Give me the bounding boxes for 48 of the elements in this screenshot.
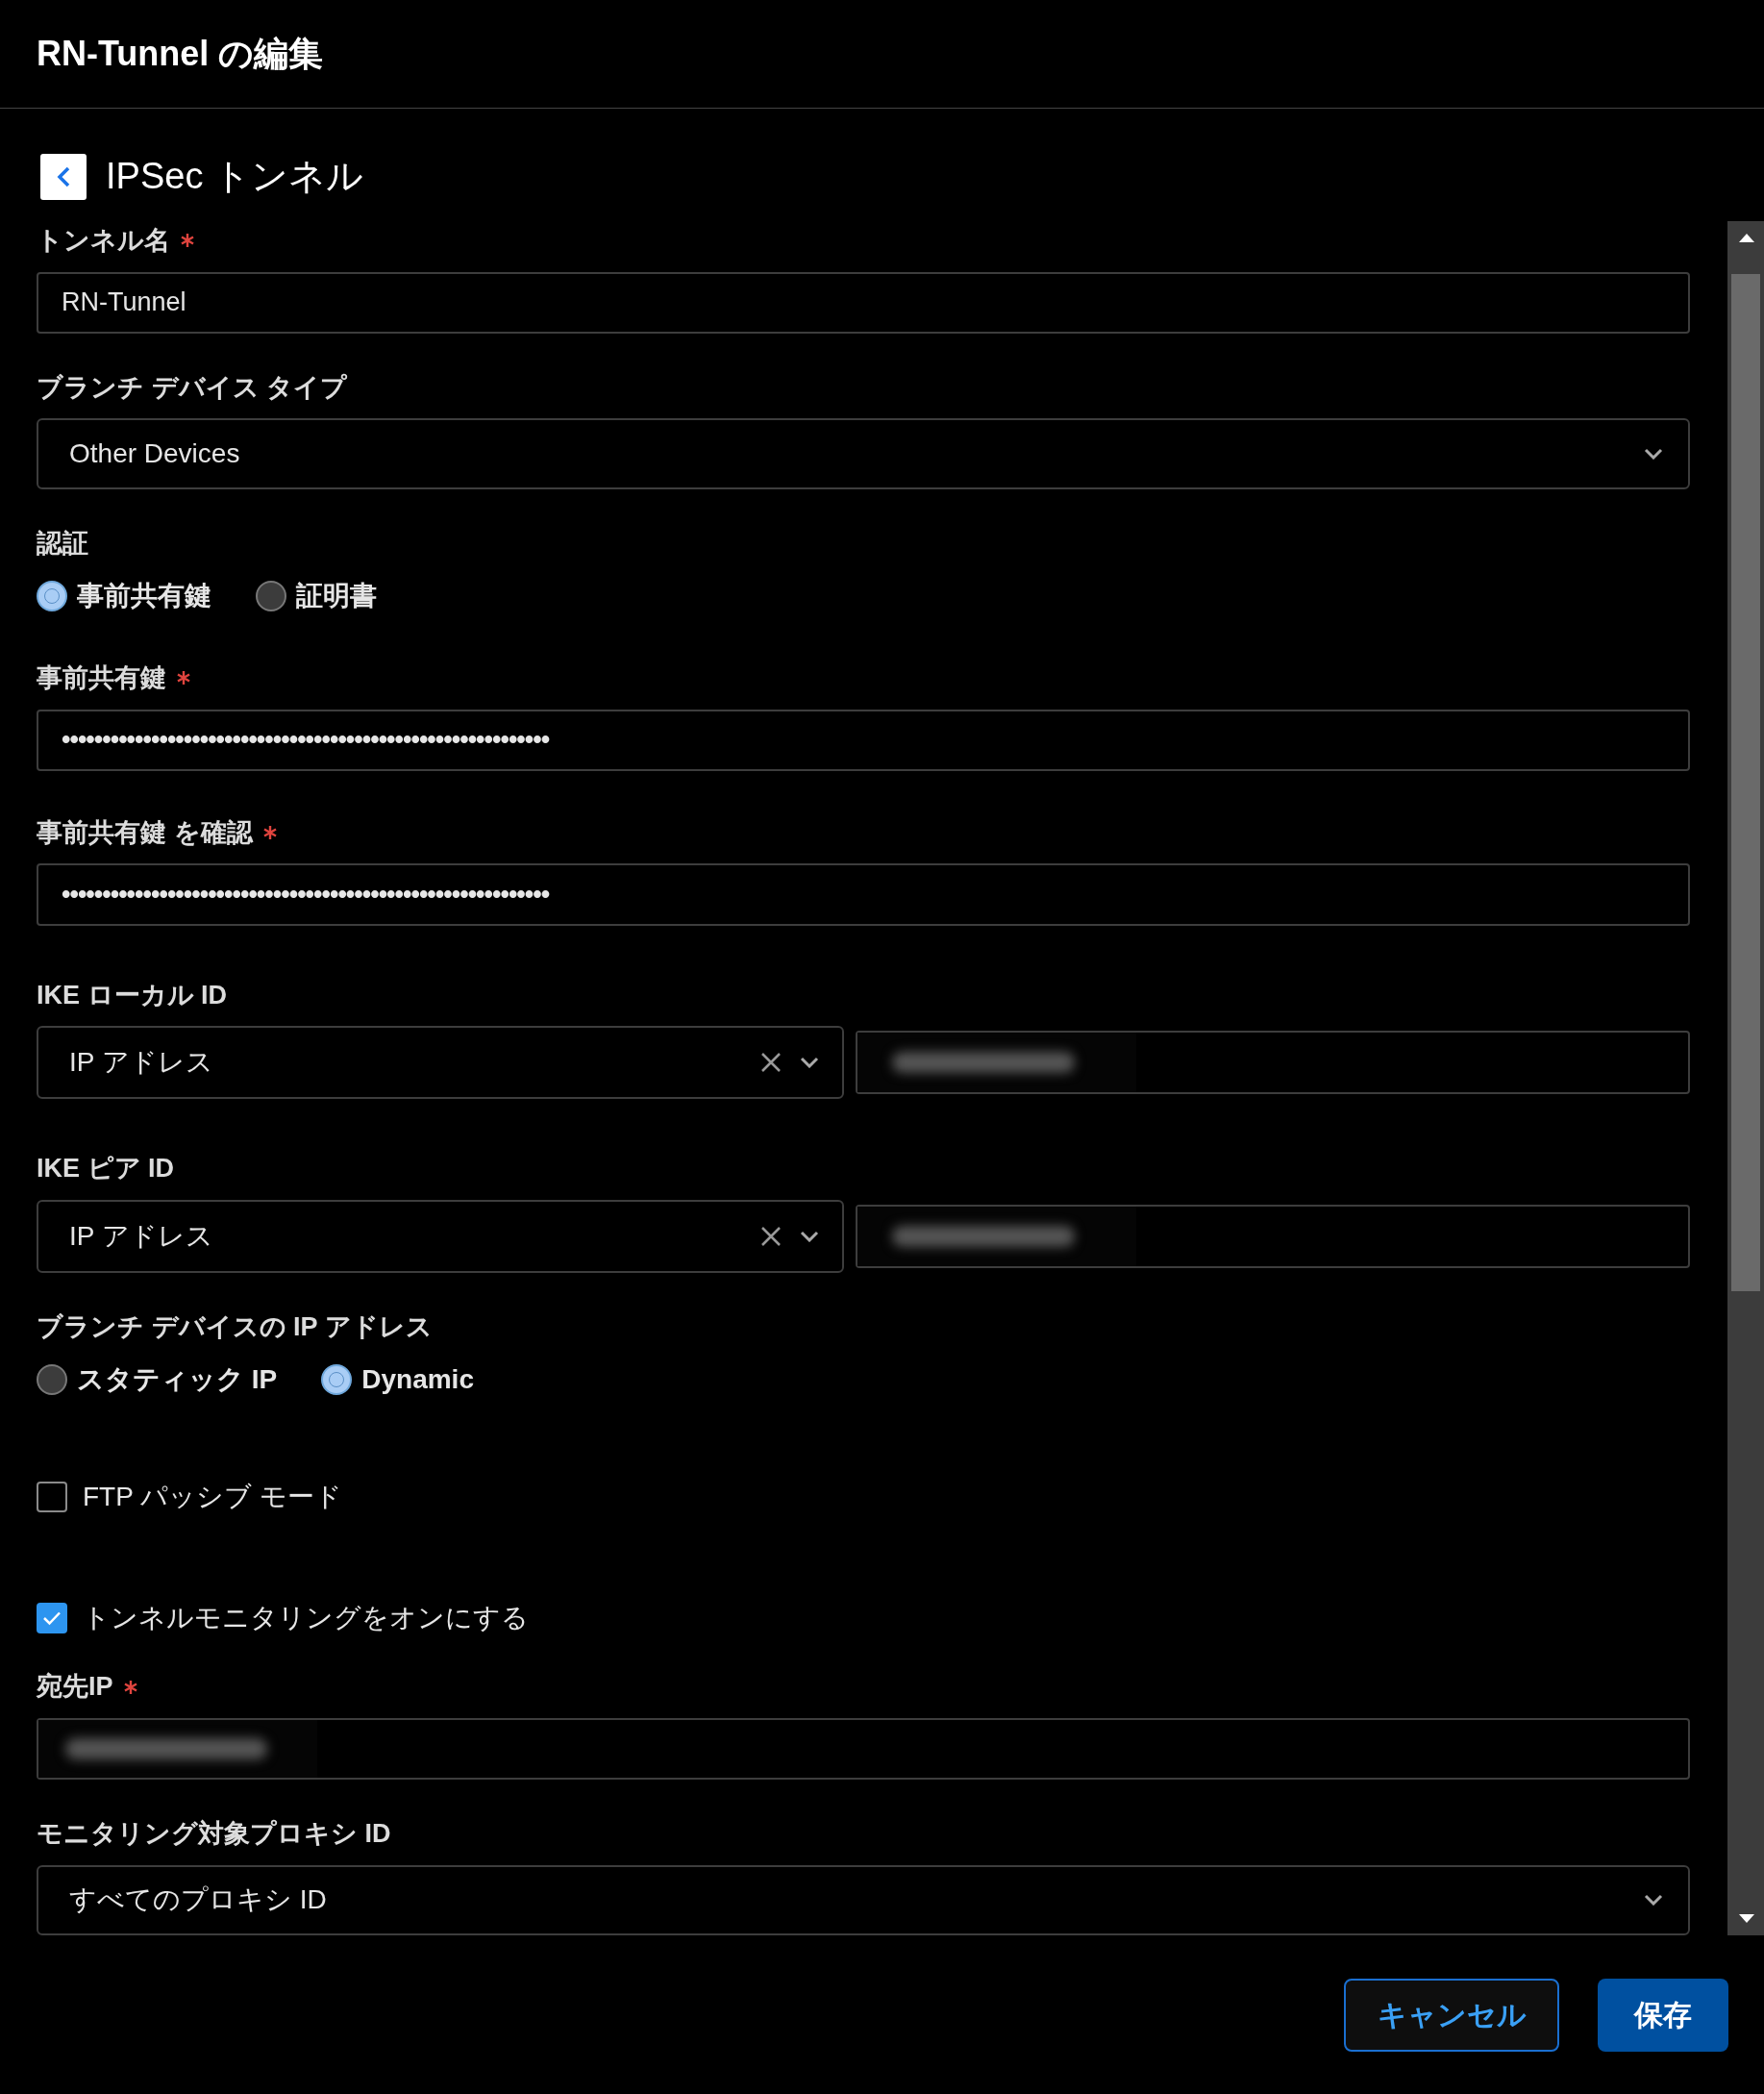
checkbox[interactable] [37, 1482, 67, 1513]
field-label: ブランチ デバイス タイプ [37, 371, 347, 404]
dropdown[interactable]: IP アドレス [37, 1199, 844, 1273]
chevron-down-icon [800, 1230, 819, 1242]
checkbox-label: FTP パッシブ モード [83, 1481, 342, 1514]
radio-button[interactable] [37, 581, 67, 612]
back-button[interactable] [40, 153, 87, 200]
input-field[interactable] [856, 1031, 1690, 1095]
checkbox[interactable] [37, 1603, 67, 1634]
field-label: トンネル名 [37, 225, 170, 257]
scroll-down-icon[interactable] [1739, 1914, 1754, 1924]
field-label: 事前共有鍵 を確認 [37, 817, 253, 849]
radio-button[interactable] [321, 1364, 353, 1396]
section-title: IPSec トンネル [106, 155, 363, 198]
radio-label: 証明書 [296, 580, 377, 613]
dropdown[interactable]: Other Devices [37, 418, 1690, 489]
dropdown[interactable]: IP アドレス [37, 1026, 844, 1100]
password-field[interactable]: •••••••••••••••••••••••••••••••••••••••••••••••••••••••••••• [37, 709, 1690, 771]
field-label: 認証 [37, 527, 88, 560]
field-label: モニタリング対象プロキシ ID [37, 1818, 391, 1851]
checkbox-label: トンネルモニタリングをオンにする [83, 1602, 529, 1635]
field-label: IKE ローカル ID [37, 979, 227, 1011]
dialog-title: RN-Tunnel の編集 [37, 33, 324, 75]
scrollbar-thumb[interactable] [1731, 274, 1760, 1291]
input-field[interactable]: RN-Tunnel [37, 271, 1690, 334]
input-field[interactable] [856, 1204, 1690, 1268]
clear-icon[interactable] [759, 1224, 783, 1248]
radio-button[interactable] [37, 1364, 67, 1396]
chevron-down-icon [1644, 1894, 1663, 1907]
chevron-left-icon [56, 164, 71, 188]
password-field[interactable]: •••••••••••••••••••••••••••••••••••••••••••••••••••••••••••• [37, 863, 1690, 926]
cancel-button[interactable]: キャンセル [1344, 1978, 1559, 2052]
scroll-up-icon[interactable] [1739, 233, 1754, 242]
radio-label: Dynamic [361, 1363, 474, 1397]
radio-label: スタティック IP [77, 1363, 278, 1397]
field-label: 事前共有鍵 [37, 662, 166, 695]
save-button[interactable]: 保存 [1598, 1978, 1728, 2052]
radio-label: 事前共有鍵 [77, 580, 211, 613]
chevron-down-icon [1644, 448, 1663, 460]
input-field[interactable] [37, 1717, 1690, 1781]
chevron-down-icon [800, 1057, 819, 1069]
scrollbar[interactable] [1727, 221, 1764, 1935]
field-label: ブランチ デバイスの IP アドレス [37, 1310, 433, 1343]
radio-button[interactable] [256, 581, 286, 612]
dropdown[interactable]: すべてのプロキシ ID [37, 1864, 1690, 1935]
field-label: 宛先IP [37, 1671, 113, 1704]
field-label: IKE ピア ID [37, 1153, 174, 1185]
checkmark-icon [42, 1610, 62, 1627]
